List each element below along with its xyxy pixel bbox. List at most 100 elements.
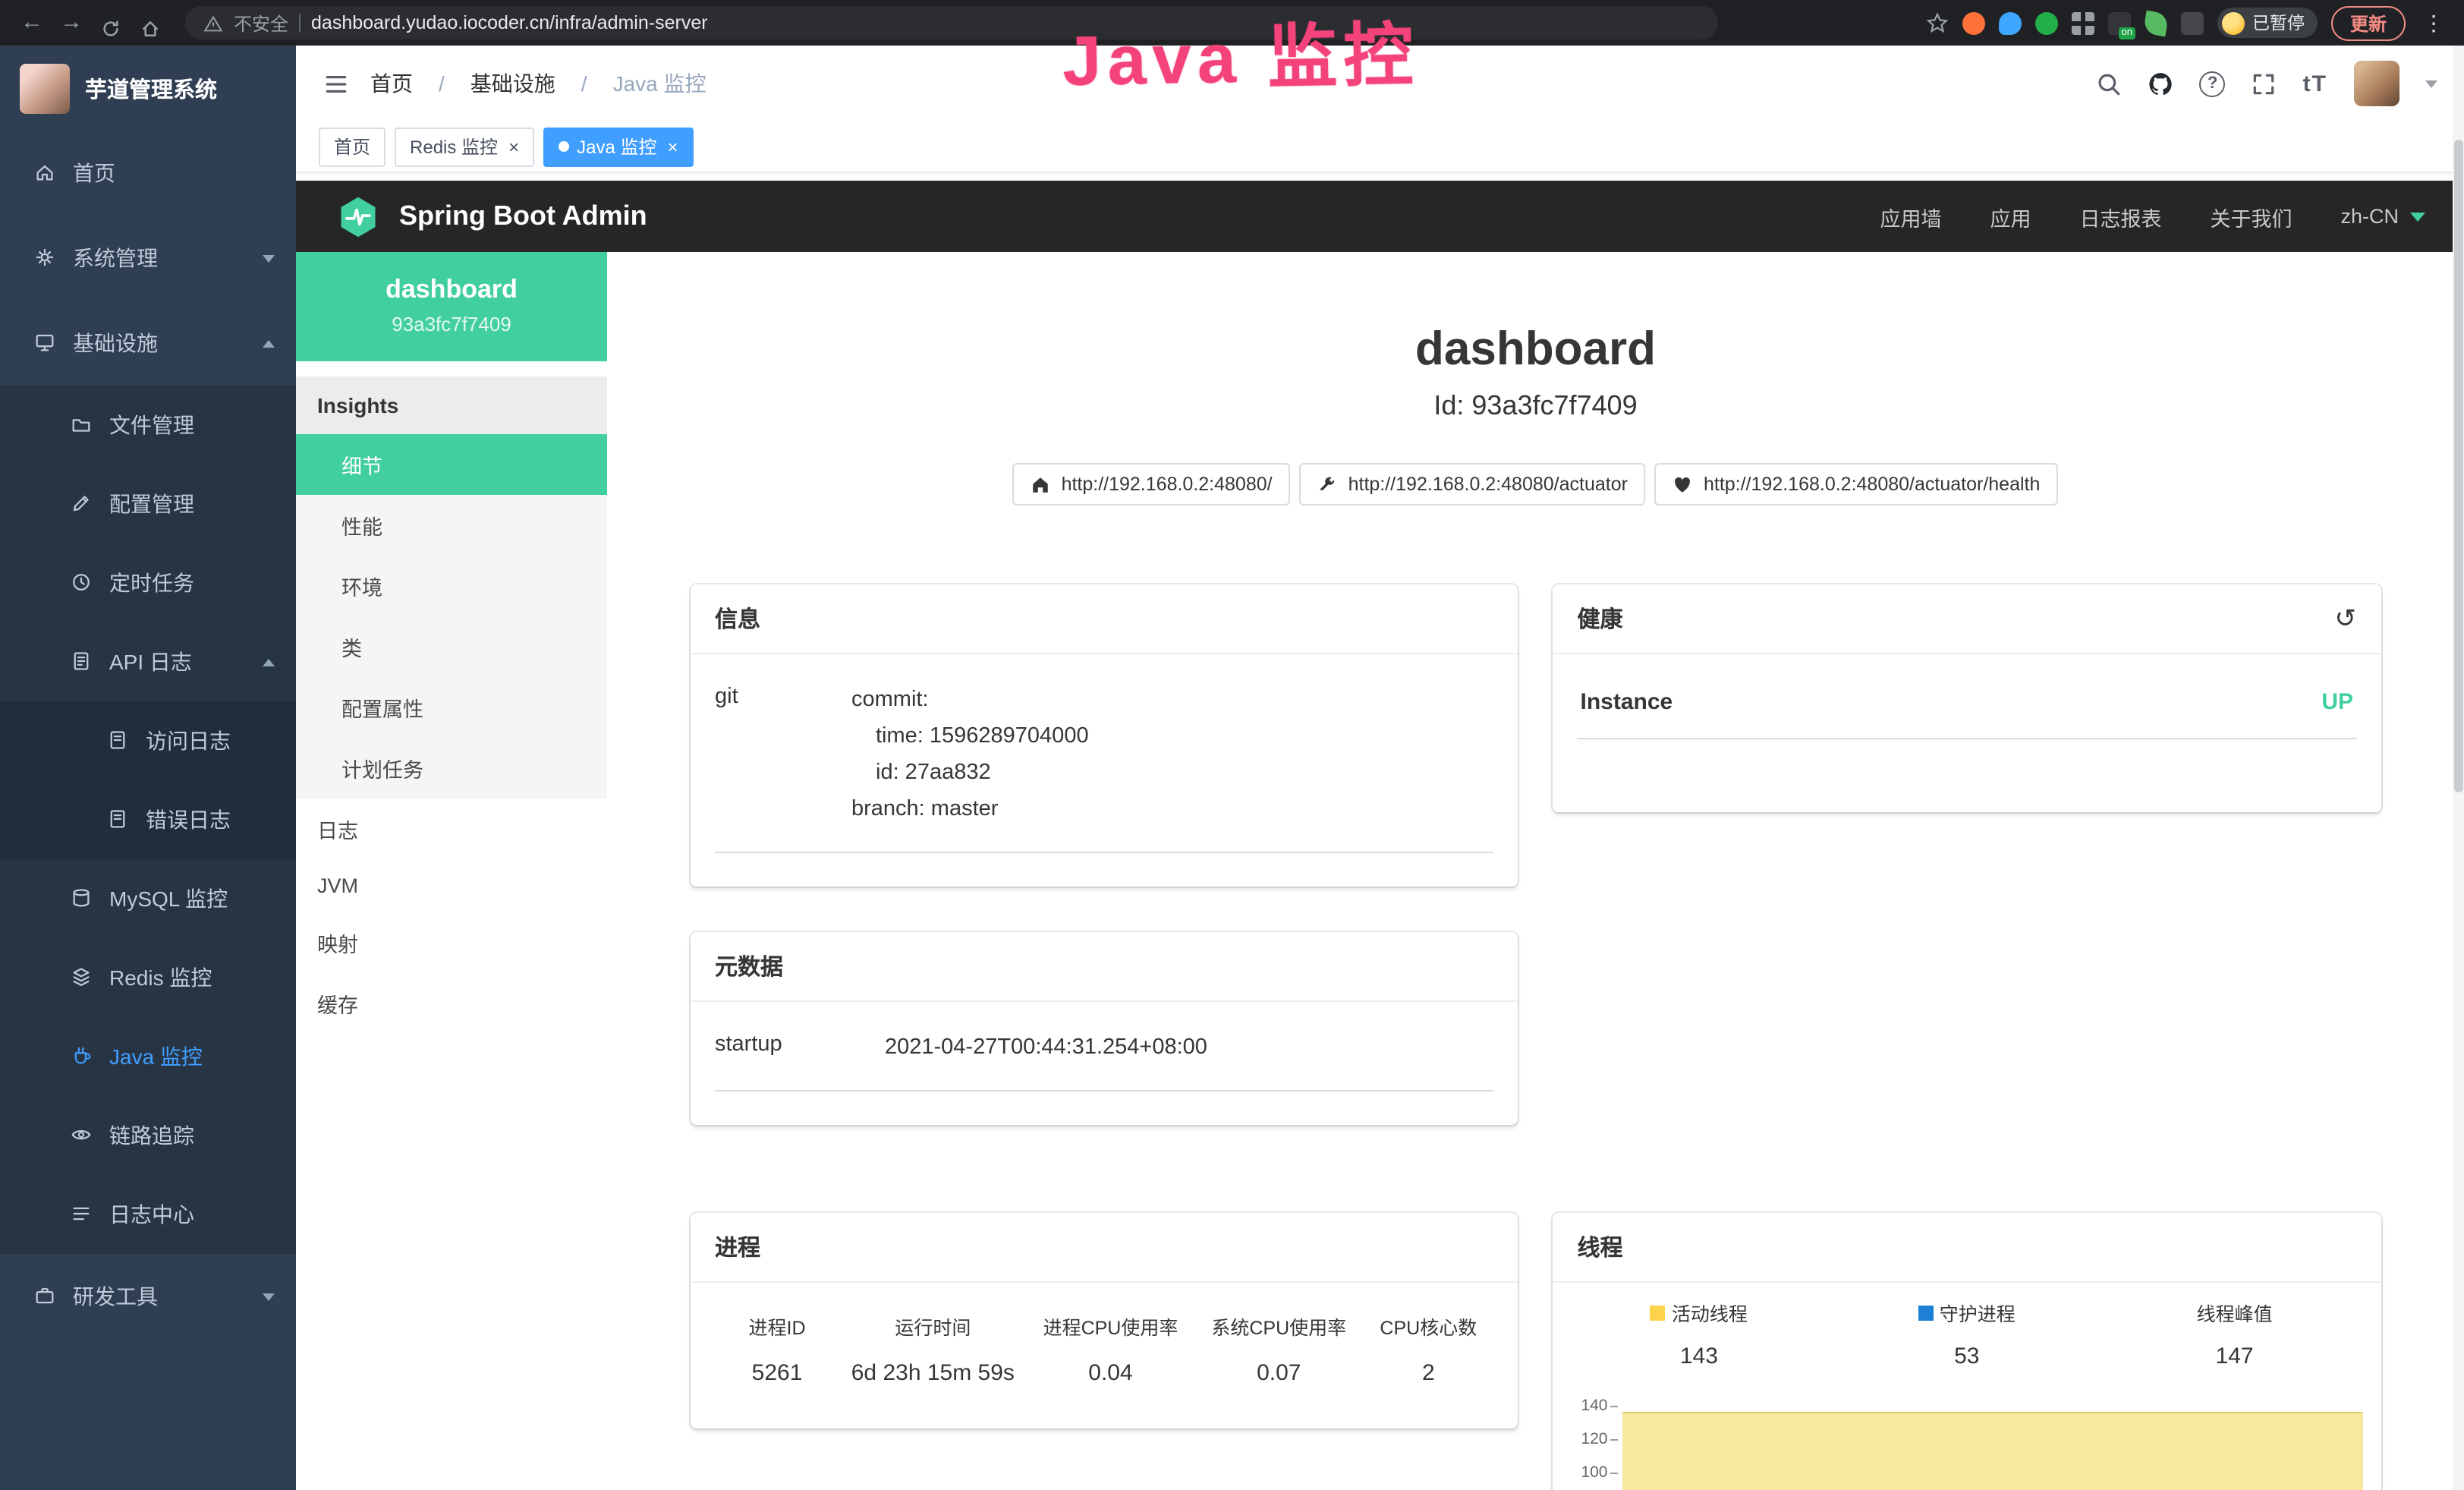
ext-grid-icon[interactable] <box>2072 11 2094 34</box>
close-icon[interactable]: × <box>508 136 519 157</box>
tab-label: Redis 监控 <box>410 134 498 159</box>
legend-value: 53 <box>1833 1344 2101 1369</box>
sidebar-item-mysql-monitor[interactable]: MySQL 监控 <box>0 859 296 938</box>
instance-sidebar: dashboard 93a3fc7f7409 Insights 细节 性能 环境… <box>296 252 607 1490</box>
side-item-caches[interactable]: 缓存 <box>296 973 607 1034</box>
sba-brand[interactable]: Spring Boot Admin <box>399 200 647 232</box>
scrollbar-track[interactable] <box>2452 46 2464 1490</box>
update-button[interactable]: 更新 <box>2332 5 2405 40</box>
instance-links: http://192.168.0.2:48080/ http://192.168… <box>691 463 2381 506</box>
sidebar-item-error-logs[interactable]: 错误日志 <box>0 780 296 859</box>
chevron-down-icon <box>263 254 275 262</box>
insight-item-metrics[interactable]: 性能 <box>296 495 607 556</box>
sidebar-item-access-logs[interactable]: 访问日志 <box>0 701 296 780</box>
sidebar-item-log-center[interactable]: 日志中心 <box>0 1175 296 1254</box>
on-badge-label: on <box>2119 27 2135 39</box>
search-icon[interactable] <box>2097 71 2123 96</box>
actuator-url-link[interactable]: http://192.168.0.2:48080/actuator <box>1300 463 1646 506</box>
sidebar-item-dev-tools[interactable]: 研发工具 <box>0 1254 296 1339</box>
sidebar-item-scheduled-tasks[interactable]: 定时任务 <box>0 543 296 622</box>
user-avatar[interactable] <box>2353 61 2399 106</box>
refresh-icon[interactable] <box>94 6 127 39</box>
health-instance-label: Instance <box>1581 689 1673 715</box>
sidebar-item-label: Redis 监控 <box>109 962 212 993</box>
side-item-jvm[interactable]: JVM <box>296 859 607 912</box>
browser-home-icon[interactable] <box>134 6 167 39</box>
address-bar[interactable]: 不安全 dashboard.yudao.iocoder.cn/infra/adm… <box>185 6 1718 39</box>
sidebar-item-api-logs[interactable]: API 日志 <box>0 622 296 701</box>
sba-nav-about[interactable]: 关于我们 <box>2210 201 2292 232</box>
locale-selector[interactable]: zh-CN <box>2340 205 2425 228</box>
ext-puzzle-icon[interactable] <box>2181 11 2204 34</box>
caret-down-icon[interactable] <box>2425 80 2437 87</box>
breadcrumb-home[interactable]: 首页 <box>370 68 413 99</box>
ext-leaf-icon[interactable] <box>2143 10 2170 36</box>
ext-green-icon[interactable] <box>2035 11 2058 34</box>
table-row: git commit: time: 1596289704000 id: 27aa… <box>715 663 1494 853</box>
sba-nav-applications[interactable]: 应用 <box>1990 201 2031 232</box>
sidebar-item-label: MySQL 监控 <box>109 884 228 914</box>
history-icon[interactable]: ↺ <box>2335 603 2357 634</box>
fullscreen-icon[interactable] <box>2252 71 2277 96</box>
bookmark-star-icon[interactable] <box>1926 11 1949 34</box>
instance-header[interactable]: dashboard 93a3fc7f7409 <box>296 252 607 361</box>
instance-id-subtitle: Id: 93a3fc7f7409 <box>691 390 2381 422</box>
threads-legend: 活动线程 143 守护进程 53 <box>1566 1298 2369 1369</box>
health-url-link[interactable]: http://192.168.0.2:48080/actuator/health <box>1655 463 2058 506</box>
home-icon <box>33 161 58 185</box>
breadcrumb-infrastructure[interactable]: 基础设施 <box>470 68 555 99</box>
back-icon[interactable]: ← <box>15 0 49 46</box>
insight-item-config-props[interactable]: 配置属性 <box>296 677 607 738</box>
tab-java-monitor[interactable]: Java 监控 × <box>543 127 693 166</box>
insight-item-scheduled-tasks[interactable]: 计划任务 <box>296 738 607 799</box>
info-line: branch: master <box>851 791 1089 827</box>
legend-label: 守护进程 <box>1940 1298 2016 1327</box>
forward-icon[interactable]: → <box>55 0 88 46</box>
url-text[interactable]: dashboard.yudao.iocoder.cn/infra/admin-s… <box>311 12 708 33</box>
instance-detail: dashboard Id: 93a3fc7f7409 http://192.16… <box>607 252 2464 1490</box>
heart-icon <box>1673 474 1693 494</box>
service-url-link[interactable]: http://192.168.0.2:48080/ <box>1013 463 1291 506</box>
help-icon[interactable]: ? <box>2200 71 2226 96</box>
sidebar-toggle-icon[interactable] <box>323 71 349 96</box>
security-warning-label: 不安全 <box>234 10 288 36</box>
table-row[interactable]: Instance UP <box>1578 663 2357 739</box>
ext-drop-icon[interactable] <box>1999 11 2022 34</box>
sidebar-item-home[interactable]: 首页 <box>0 131 296 216</box>
insight-item-details[interactable]: 细节 <box>296 434 607 495</box>
insight-item-classes[interactable]: 类 <box>296 616 607 677</box>
legend-value: 143 <box>1566 1344 1833 1369</box>
wrench-icon <box>1318 474 1338 494</box>
app-logo[interactable]: 芋道管理系统 <box>0 46 296 131</box>
browser-menu-kebab-icon[interactable]: ⋮ <box>2418 10 2449 36</box>
column-header: CPU核心数 <box>1372 1312 1484 1340</box>
locale-label: zh-CN <box>2340 205 2399 228</box>
side-item-logs[interactable]: 日志 <box>296 799 607 859</box>
ext-on-badge-icon[interactable]: on <box>2108 11 2131 34</box>
insight-item-environment[interactable]: 环境 <box>296 556 607 616</box>
scrollbar-thumb[interactable] <box>2453 140 2462 792</box>
github-icon[interactable] <box>2148 71 2174 96</box>
sidebar-item-infrastructure[interactable]: 基础设施 <box>0 301 296 386</box>
sba-nav-wallboard[interactable]: 应用墙 <box>1880 201 1941 232</box>
profile-paused-chip[interactable]: 已暂停 <box>2217 8 2318 38</box>
info-line: commit: <box>851 682 1089 718</box>
sba-nav-journal[interactable]: 日志报表 <box>2079 201 2161 232</box>
column-header: 进程CPU使用率 <box>1036 1312 1186 1340</box>
chevron-down-icon <box>2409 212 2425 221</box>
tab-label: 首页 <box>334 134 370 159</box>
omnibox-divider <box>299 14 301 32</box>
sidebar-item-config-mgmt[interactable]: 配置管理 <box>0 465 296 543</box>
tab-home[interactable]: 首页 <box>319 127 385 166</box>
sidebar-item-java-monitor[interactable]: Java 监控 <box>0 1017 296 1096</box>
ext-orange-icon[interactable] <box>1962 11 1985 34</box>
sidebar-item-system-mgmt[interactable]: 系统管理 <box>0 216 296 301</box>
sidebar-item-redis-monitor[interactable]: Redis 监控 <box>0 938 296 1017</box>
annotation-text: Java 监控 <box>1062 0 1420 106</box>
tab-redis-monitor[interactable]: Redis 监控 × <box>395 127 534 166</box>
font-size-icon[interactable]: tT <box>2303 71 2327 96</box>
sidebar-item-tracing[interactable]: 链路追踪 <box>0 1096 296 1175</box>
side-item-mappings[interactable]: 映射 <box>296 912 607 973</box>
sidebar-item-file-mgmt[interactable]: 文件管理 <box>0 386 296 465</box>
close-icon[interactable]: × <box>667 136 678 157</box>
